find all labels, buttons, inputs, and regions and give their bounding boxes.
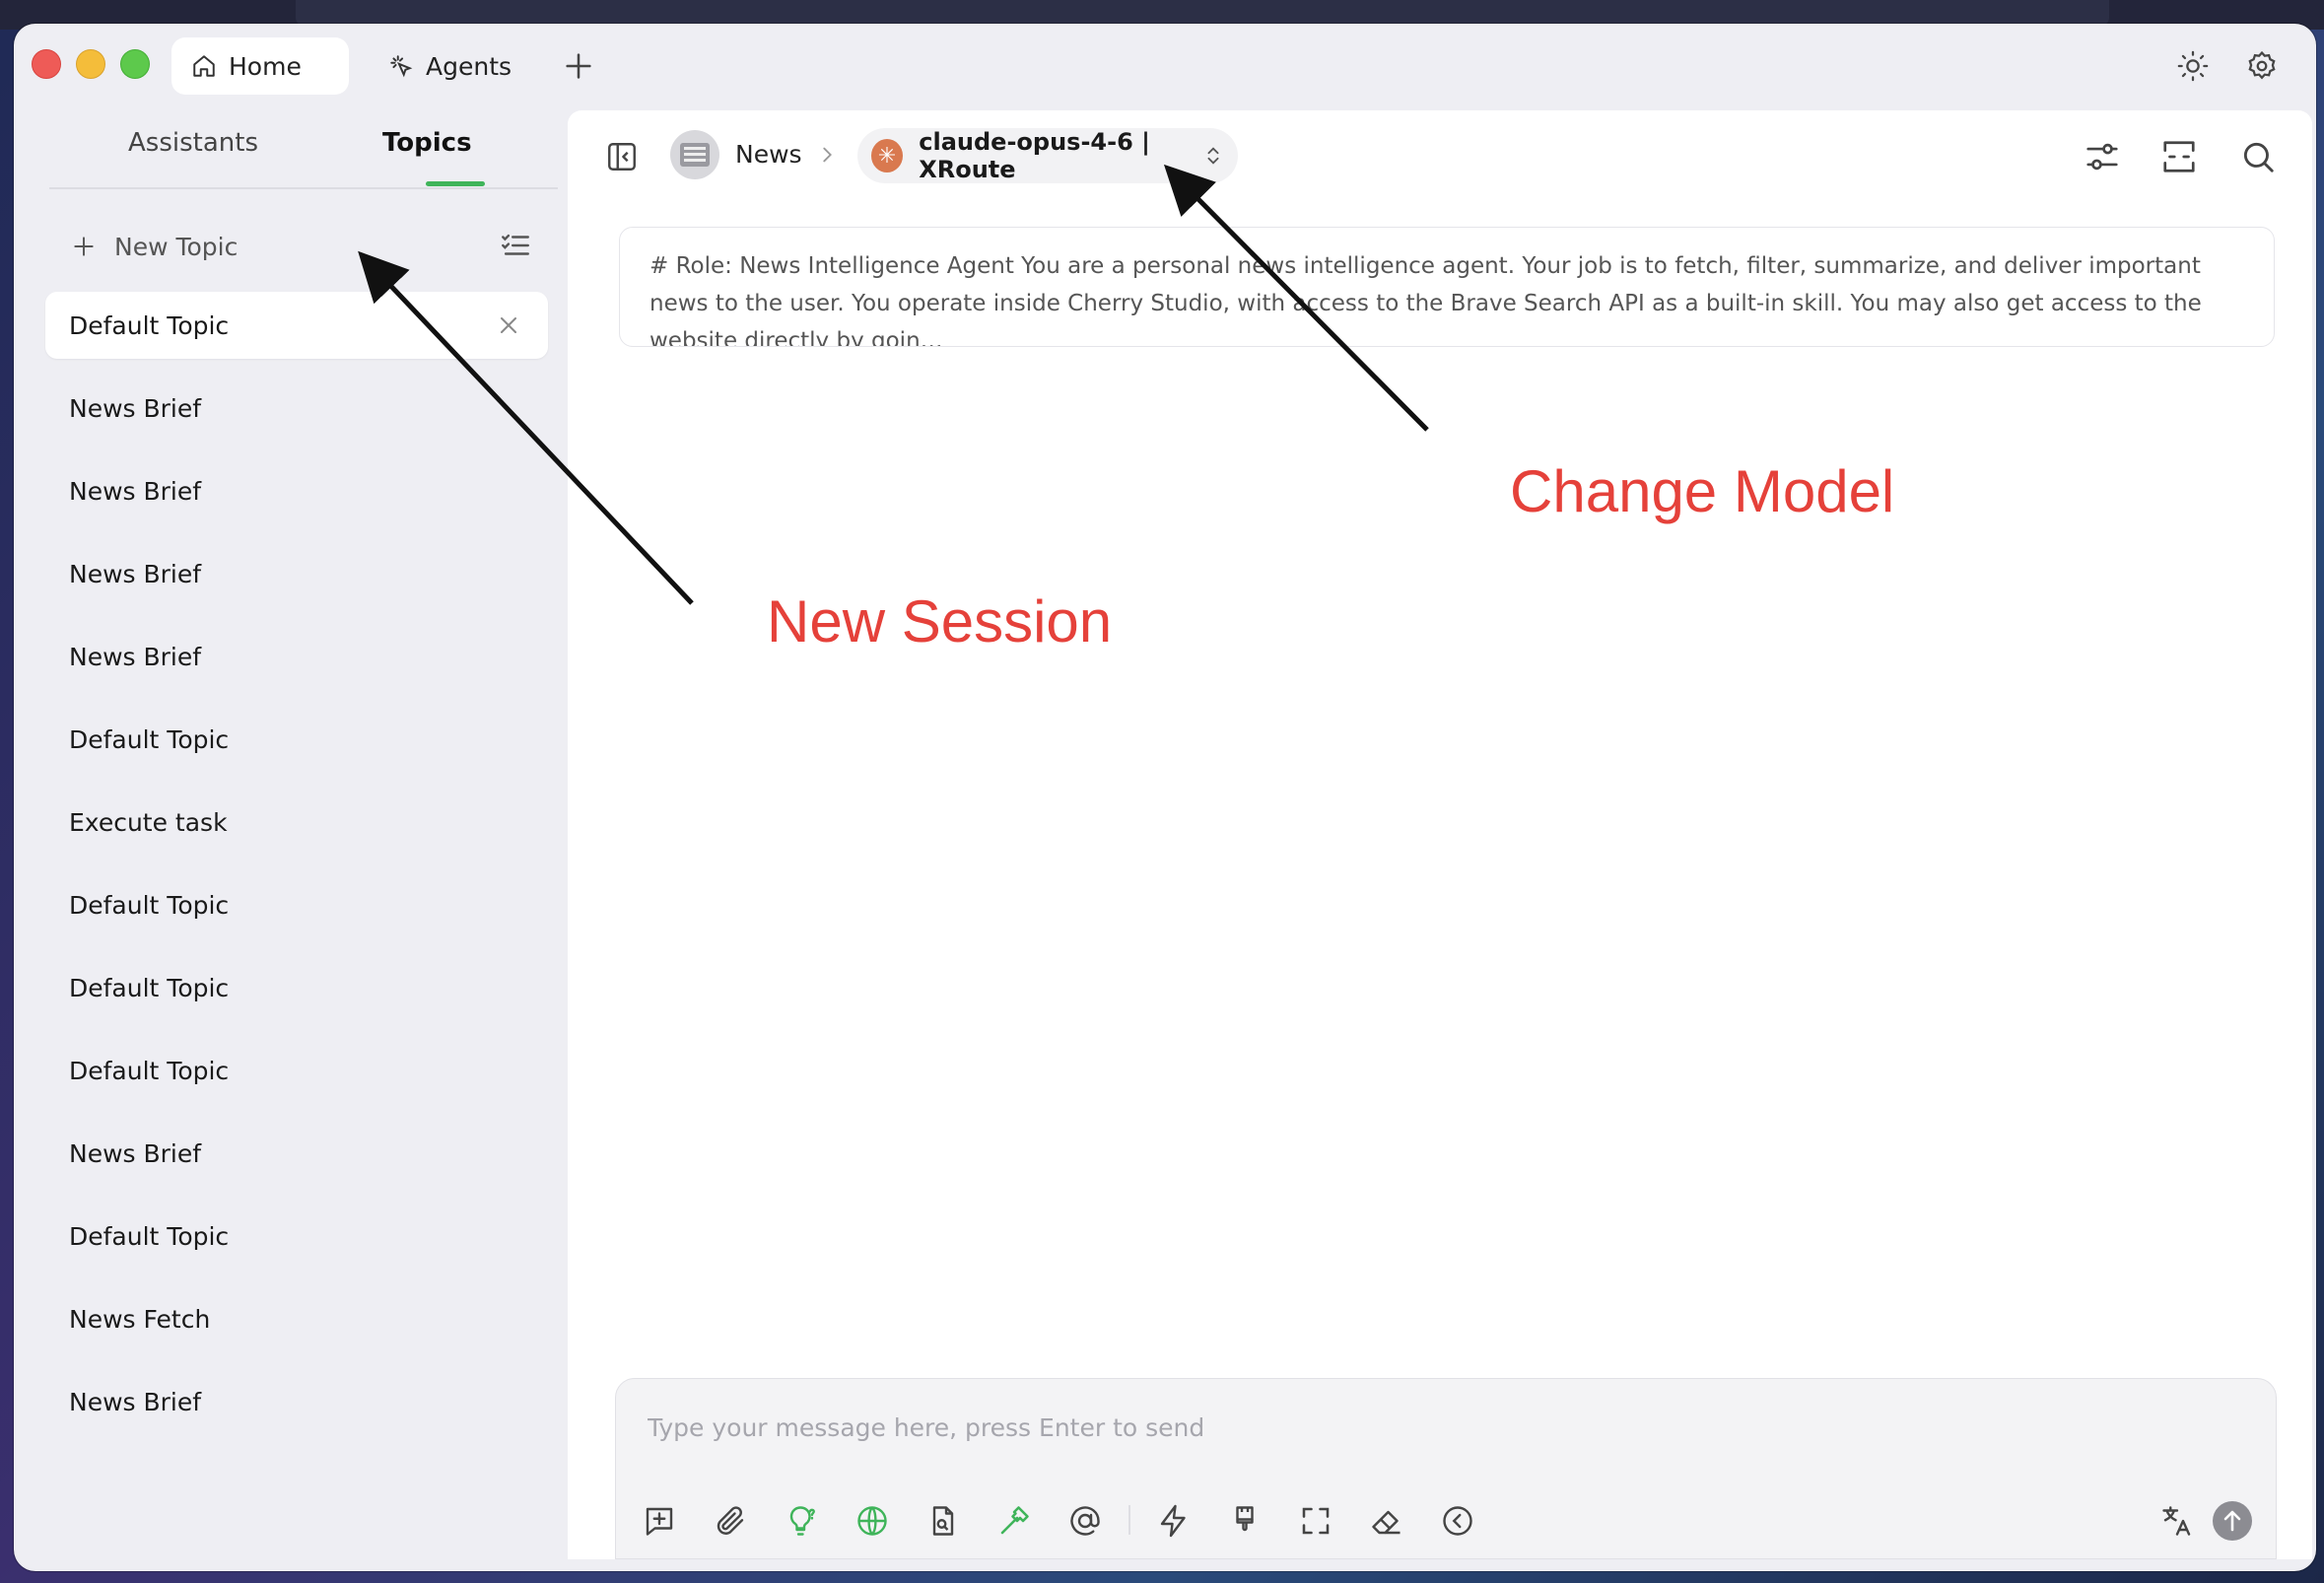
topic-label: News Brief: [69, 1387, 202, 1416]
hammer-icon[interactable]: [996, 1503, 1032, 1539]
list-check-icon[interactable]: [499, 229, 532, 262]
globe-icon[interactable]: [854, 1503, 890, 1539]
topic-item[interactable]: News Brief: [45, 457, 548, 524]
topic-item[interactable]: Default Topic: [45, 292, 548, 359]
plus-icon[interactable]: [562, 49, 595, 83]
agents-icon: [390, 55, 413, 78]
lightbulb-icon[interactable]: [784, 1503, 819, 1539]
minimize-window-button[interactable]: [76, 49, 105, 79]
fullscreen-icon[interactable]: [1298, 1503, 1333, 1539]
topic-item[interactable]: Execute task: [45, 789, 548, 856]
topic-item[interactable]: News Brief: [45, 375, 548, 442]
theme-toggle-icon[interactable]: [2176, 49, 2210, 83]
topic-label: News Brief: [69, 559, 202, 588]
topic-label: Default Topic: [69, 1221, 230, 1251]
system-prompt-text: # Role: News Intelligence Agent You are …: [649, 253, 2202, 347]
model-name: claude-opus-4-6 | XRoute: [919, 128, 1150, 183]
topic-label: Default Topic: [69, 724, 230, 754]
plus-icon: [74, 237, 94, 256]
lightning-icon[interactable]: [1156, 1503, 1192, 1539]
new-topic-button[interactable]: New Topic: [71, 227, 238, 266]
file-search-icon[interactable]: [925, 1503, 961, 1539]
title-bar: Home Agents: [14, 24, 2316, 110]
topic-label: Default Topic: [69, 310, 230, 340]
topic-label: News Brief: [69, 642, 202, 671]
assistant-name[interactable]: News: [735, 140, 802, 169]
topic-item[interactable]: News Brief: [45, 1368, 548, 1435]
close-window-button[interactable]: [32, 49, 61, 79]
topic-list: Default Topic News Brief News Brief News…: [45, 292, 548, 1451]
avatar[interactable]: [670, 130, 719, 179]
chat-main: News ✳ claude-opus-4-6 | XRoute # Role: …: [568, 110, 2312, 1559]
topic-label: Default Topic: [69, 973, 230, 1002]
settings-icon[interactable]: [2245, 49, 2279, 83]
new-topic-label: New Topic: [114, 232, 239, 261]
annotation-new-session: New Session: [767, 588, 1113, 654]
model-logo-icon: ✳: [871, 139, 904, 172]
tab-topics[interactable]: Topics: [382, 128, 472, 158]
topic-label: News Fetch: [69, 1304, 211, 1334]
sidebar-tabs: Assistants Topics: [49, 110, 558, 189]
topic-item[interactable]: News Brief: [45, 1120, 548, 1187]
chevron-up-down-icon: [1207, 147, 1219, 165]
sidebar-toggle-icon[interactable]: [605, 140, 639, 173]
topic-label: Default Topic: [69, 1056, 230, 1085]
topic-item[interactable]: Default Topic: [45, 954, 548, 1021]
eraser-icon[interactable]: [1369, 1503, 1404, 1539]
sidebar: Assistants Topics New Topic Default Topi…: [14, 110, 568, 1571]
topic-label: News Brief: [69, 393, 202, 423]
active-tab-indicator: [426, 181, 485, 186]
at-mention-icon[interactable]: [1067, 1503, 1103, 1539]
topic-item[interactable]: Default Topic: [45, 871, 548, 938]
background-window-toolbar: [296, 0, 2109, 26]
zoom-window-button[interactable]: [120, 49, 150, 79]
close-icon[interactable]: [497, 313, 520, 337]
topic-item[interactable]: News Fetch: [45, 1285, 548, 1352]
topic-item[interactable]: News Brief: [45, 540, 548, 607]
translate-icon[interactable]: [2159, 1503, 2195, 1539]
arrow-up-icon: [2223, 1510, 2241, 1532]
send-button[interactable]: [2213, 1501, 2252, 1541]
newspaper-icon: [680, 143, 710, 167]
topic-item[interactable]: News Brief: [45, 623, 548, 690]
message-input[interactable]: [646, 1407, 2128, 1448]
new-topic-icon[interactable]: [642, 1503, 677, 1539]
tab-agents-label: Agents: [426, 51, 513, 81]
tab-home-label: Home: [229, 51, 302, 81]
tab-agents[interactable]: Agents: [369, 37, 516, 95]
expand-icon[interactable]: [2160, 138, 2198, 175]
topic-label: News Brief: [69, 1138, 202, 1168]
home-icon: [193, 55, 215, 77]
toolbar-divider: [1128, 1505, 1130, 1535]
topic-item[interactable]: Default Topic: [45, 1203, 548, 1270]
topic-item[interactable]: Default Topic: [45, 1037, 548, 1104]
system-prompt-card[interactable]: # Role: News Intelligence Agent You are …: [619, 227, 2275, 347]
paperclip-icon[interactable]: [713, 1503, 748, 1539]
annotation-change-model: Change Model: [1510, 458, 1895, 524]
sliders-icon[interactable]: [2084, 138, 2121, 175]
topic-item[interactable]: Default Topic: [45, 706, 548, 773]
paint-brush-icon[interactable]: [1227, 1503, 1263, 1539]
tab-assistants[interactable]: Assistants: [128, 128, 258, 158]
topic-label: Execute task: [69, 807, 228, 837]
message-input-box: [615, 1378, 2277, 1559]
chevron-right-icon: [823, 147, 832, 163]
app-window: Home Agents Assistants Topics New Topic …: [14, 24, 2316, 1571]
search-icon[interactable]: [2239, 138, 2277, 175]
topic-label: Default Topic: [69, 890, 230, 920]
topic-label: News Brief: [69, 476, 202, 506]
collapse-left-icon[interactable]: [1440, 1503, 1475, 1539]
model-selector[interactable]: ✳ claude-opus-4-6 | XRoute: [857, 128, 1238, 183]
tab-home[interactable]: Home: [171, 37, 349, 95]
